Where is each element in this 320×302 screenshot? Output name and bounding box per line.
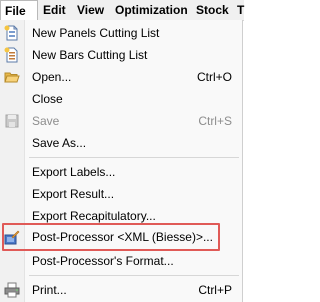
menu-edit[interactable]: Edit (43, 0, 66, 20)
menu-bar: File Edit View Optimization Stock T (0, 0, 244, 21)
menu-item-label: Save As... (32, 136, 87, 150)
menu-item-post-processor-format[interactable]: Post-Processor's Format... (0, 250, 242, 272)
menu-item-new-panels-cutting-list[interactable]: New Panels Cutting List (0, 22, 242, 44)
menu-truncated[interactable]: T (237, 0, 244, 20)
menu-item-save[interactable]: Save Ctrl+S (0, 110, 242, 132)
menu-view[interactable]: View (77, 0, 104, 20)
menu-item-new-bars-cutting-list[interactable]: New Bars Cutting List (0, 44, 242, 66)
file-menu-dropdown: New Panels Cutting List New Bars Cutting… (0, 20, 243, 302)
shortcut-text: Ctrl+P (198, 283, 232, 297)
menu-item-label: Print... (32, 283, 67, 297)
menu-item-label: Export Recapitulatory... (32, 209, 156, 223)
menu-item-label: Save (32, 114, 60, 128)
menu-separator (29, 275, 239, 276)
menu-item-post-processor[interactable]: Post-Processor <XML (Biesse)>... (0, 226, 242, 248)
menu-stock[interactable]: Stock (196, 0, 229, 20)
post-processor-icon (4, 229, 20, 245)
save-icon (4, 113, 20, 129)
shortcut-text: Ctrl+S (198, 114, 232, 128)
menu-item-save-as[interactable]: Save As... (0, 132, 242, 154)
menu-item-export-recapitulatory[interactable]: Export Recapitulatory... (0, 205, 242, 227)
menu-optimization[interactable]: Optimization (115, 0, 188, 20)
menu-item-label: Export Labels... (32, 165, 116, 179)
new-panels-icon (4, 25, 20, 41)
menu-item-label: New Panels Cutting List (32, 26, 160, 40)
menu-item-label: Post-Processor's Format... (32, 254, 174, 268)
menu-item-export-labels[interactable]: Export Labels... (0, 161, 242, 183)
menu-item-label: Export Result... (32, 187, 115, 201)
menu-separator (29, 157, 239, 158)
menu-item-label: New Bars Cutting List (32, 48, 148, 62)
menu-item-open[interactable]: Open... Ctrl+O (0, 66, 242, 88)
shortcut-text: Ctrl+O (196, 70, 232, 84)
menu-item-label: Post-Processor <XML (Biesse)>... (32, 230, 213, 244)
menu-item-export-result[interactable]: Export Result... (0, 183, 242, 205)
printer-icon (4, 282, 20, 298)
open-folder-icon (4, 69, 20, 85)
menu-item-print[interactable]: Print... Ctrl+P (0, 279, 242, 301)
menu-file[interactable]: File (0, 0, 38, 21)
menu-item-close[interactable]: Close (0, 88, 242, 110)
menu-item-label: Close (32, 92, 63, 106)
new-bars-icon (4, 47, 20, 63)
menu-item-label: Open... (32, 70, 72, 84)
